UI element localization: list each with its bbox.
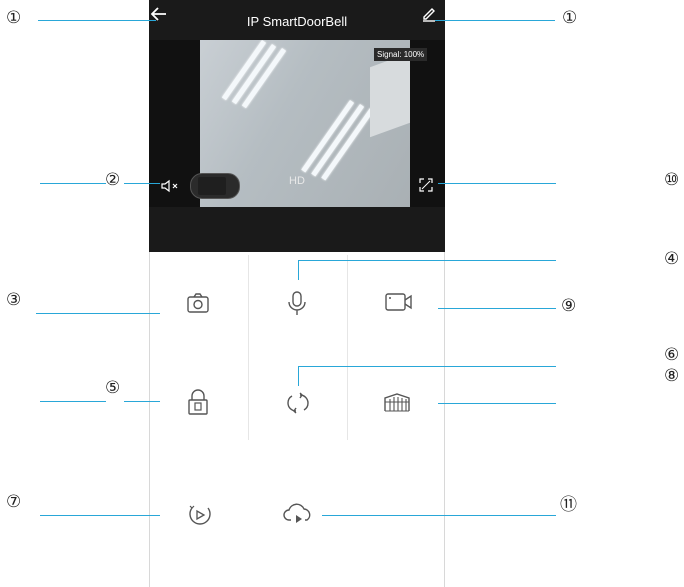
signal-indicator: Signal: 100% — [374, 48, 428, 61]
callout-number-4: ④ — [664, 249, 680, 269]
callout-number-7: ⑦ — [6, 492, 22, 512]
gate-icon[interactable] — [383, 392, 410, 418]
callout-number-9: ⑨ — [561, 296, 577, 316]
callout-number-8: ⑧ — [664, 366, 680, 386]
callout-number-1: ① — [562, 8, 578, 28]
camera-icon[interactable] — [186, 292, 212, 318]
callout-line — [40, 183, 106, 184]
callout-line — [36, 313, 160, 314]
callout-line — [438, 308, 556, 309]
callout-line — [438, 183, 556, 184]
cloud-play-icon[interactable] — [283, 502, 311, 528]
callout-number-2: ② — [105, 170, 121, 190]
callout-number-1: ① — [6, 8, 22, 28]
grid-divider — [347, 255, 348, 440]
page-title: IP SmartDoorBell — [246, 14, 348, 29]
intercom-toggle-knob — [198, 177, 226, 195]
speaker-muted-icon[interactable] — [161, 178, 181, 193]
refresh-icon[interactable] — [284, 392, 310, 418]
callout-line — [322, 515, 556, 516]
callout-line — [298, 366, 299, 386]
callout-number-6: ⑥ — [664, 345, 680, 365]
video-toolbar — [149, 207, 445, 252]
callout-line — [435, 20, 555, 21]
screen-left-edge — [149, 250, 150, 587]
callout-line — [298, 366, 556, 367]
quality-badge[interactable]: HD — [289, 175, 305, 187]
callout-number-10: ⑩ — [664, 170, 680, 190]
app-header: IP SmartDoorBell — [149, 0, 445, 44]
callout-line — [40, 515, 160, 516]
callout-number-11: ⑪ — [560, 495, 577, 515]
callout-line — [124, 183, 160, 184]
signal-value: 100% — [403, 50, 425, 59]
callout-line — [38, 20, 156, 21]
callout-line — [298, 260, 299, 280]
lock-icon[interactable] — [187, 388, 213, 415]
callout-number-3: ③ — [6, 290, 22, 310]
video-camera-icon[interactable] — [385, 292, 412, 318]
arrow-left-icon[interactable] — [150, 5, 168, 25]
callout-line — [438, 403, 556, 404]
callout-line — [40, 401, 106, 402]
microphone-icon[interactable] — [286, 290, 312, 316]
grid-divider — [248, 255, 249, 440]
callout-line — [124, 401, 160, 402]
signal-label: Signal: — [377, 50, 402, 59]
callout-line — [298, 260, 556, 261]
playback-icon[interactable] — [187, 503, 213, 529]
fullscreen-icon[interactable] — [419, 177, 433, 192]
callout-number-5: ⑤ — [105, 378, 121, 398]
screen-right-edge — [444, 250, 445, 587]
